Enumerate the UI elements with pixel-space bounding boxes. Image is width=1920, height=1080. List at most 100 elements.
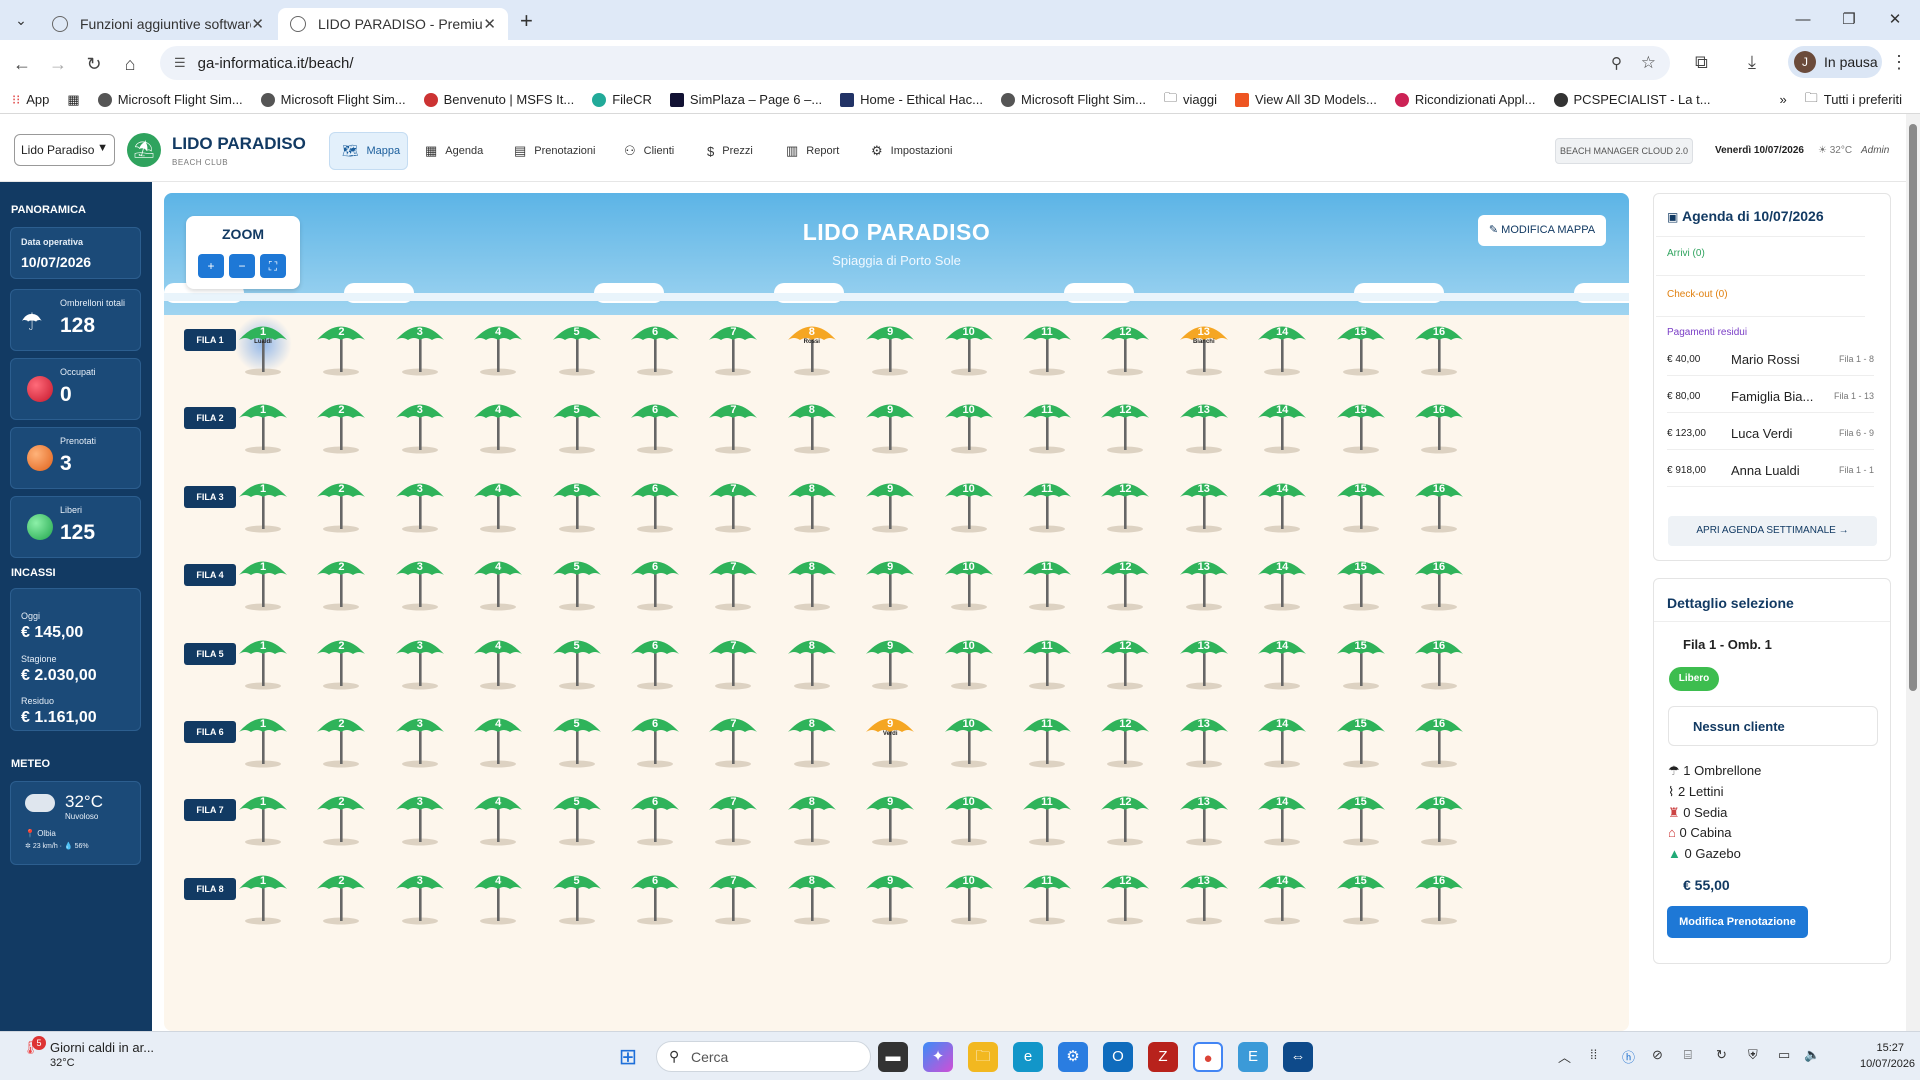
umbrella-8-15[interactable]: 15	[1329, 868, 1393, 928]
umbrella-7-7[interactable]: 7	[701, 789, 765, 849]
nav-mappa[interactable]: 🗺 Mappa	[329, 132, 408, 170]
download-icon[interactable]: ⤓	[1748, 52, 1756, 73]
zoom-reset-button[interactable]: ⛶	[260, 254, 286, 278]
umbrella-4-1[interactable]: 1	[231, 554, 295, 614]
umbrella-4-13[interactable]: 13	[1172, 554, 1236, 614]
umbrella-1-15[interactable]: 15	[1329, 319, 1393, 379]
umbrella-7-14[interactable]: 14	[1250, 789, 1314, 849]
chevron-up-icon[interactable]: ︿	[1558, 1047, 1571, 1066]
umbrella-5-16[interactable]: 16	[1407, 633, 1471, 693]
umbrella-3-14[interactable]: 14	[1250, 476, 1314, 536]
umbrella-2-16[interactable]: 16	[1407, 397, 1471, 457]
umbrella-4-6[interactable]: 6	[623, 554, 687, 614]
umbrella-7-3[interactable]: 3	[388, 789, 452, 849]
umbrella-2-8[interactable]: 8	[780, 397, 844, 457]
umbrella-1-10[interactable]: 10	[937, 319, 1001, 379]
app-icon[interactable]: E	[1238, 1042, 1268, 1072]
umbrella-1-8[interactable]: 8 Rossi	[780, 319, 844, 379]
umbrella-4-12[interactable]: 12	[1093, 554, 1157, 614]
umbrella-4-8[interactable]: 8	[780, 554, 844, 614]
umbrella-4-5[interactable]: 5	[545, 554, 609, 614]
file-explorer-icon[interactable]: 🗀	[968, 1042, 998, 1072]
scrollbar-thumb[interactable]	[1909, 124, 1917, 691]
umbrella-2-12[interactable]: 12	[1093, 397, 1157, 457]
umbrella-6-13[interactable]: 13	[1172, 711, 1236, 771]
umbrella-6-2[interactable]: 2	[309, 711, 373, 771]
umbrella-4-7[interactable]: 7	[701, 554, 765, 614]
umbrella-5-11[interactable]: 11	[1015, 633, 1079, 693]
umbrella-3-16[interactable]: 16	[1407, 476, 1471, 536]
forward-button[interactable]: →	[46, 52, 70, 76]
umbrella-5-6[interactable]: 6	[623, 633, 687, 693]
volume-icon[interactable]: 🔈	[1804, 1047, 1820, 1063]
payment-row[interactable]: € 40,00 Mario Rossi Fila 1 - 8	[1667, 346, 1874, 376]
edit-map-button[interactable]: ✎ MODIFICA MAPPA	[1478, 215, 1606, 246]
location-select[interactable]: Lido Paradiso ▼	[14, 134, 115, 166]
restore-button[interactable]: ❐	[1826, 0, 1872, 40]
umbrella-5-3[interactable]: 3	[388, 633, 452, 693]
umbrella-2-3[interactable]: 3	[388, 397, 452, 457]
taskbar-search[interactable]: ⚲ Cerca	[656, 1041, 871, 1072]
umbrella-3-8[interactable]: 8	[780, 476, 844, 536]
umbrella-2-13[interactable]: 13	[1172, 397, 1236, 457]
umbrella-3-2[interactable]: 2	[309, 476, 373, 536]
umbrella-7-5[interactable]: 5	[545, 789, 609, 849]
umbrella-3-11[interactable]: 11	[1015, 476, 1079, 536]
umbrella-6-3[interactable]: 3	[388, 711, 452, 771]
umbrella-6-1[interactable]: 1	[231, 711, 295, 771]
umbrella-1-1[interactable]: 1 Lualdi	[231, 315, 295, 379]
umbrella-3-3[interactable]: 3	[388, 476, 452, 536]
umbrella-1-6[interactable]: 6	[623, 319, 687, 379]
umbrella-2-9[interactable]: 9	[858, 397, 922, 457]
new-tab-button[interactable]: +	[520, 8, 533, 34]
zoom-in-button[interactable]: +	[198, 254, 224, 278]
bookmark-item[interactable]: View All 3D Models...	[1234, 92, 1377, 107]
windows-start-icon[interactable]: ⊞	[613, 1042, 643, 1072]
umbrella-1-5[interactable]: 5	[545, 319, 609, 379]
nav-prenotazioni[interactable]: ▤ Prenotazioni	[502, 132, 607, 170]
umbrella-2-2[interactable]: 2	[309, 397, 373, 457]
umbrella-8-2[interactable]: 2	[309, 868, 373, 928]
all-bookmarks-folder[interactable]: 🗀 Tutti i preferiti	[1805, 89, 1902, 111]
nav-clienti[interactable]: ⚇ Clienti	[612, 132, 686, 170]
umbrella-7-10[interactable]: 10	[937, 789, 1001, 849]
umbrella-7-2[interactable]: 2	[309, 789, 373, 849]
umbrella-4-2[interactable]: 2	[309, 554, 373, 614]
back-button[interactable]: ←	[10, 52, 34, 76]
umbrella-7-8[interactable]: 8	[780, 789, 844, 849]
usb-icon[interactable]: ⌸	[1684, 1047, 1692, 1063]
umbrella-8-5[interactable]: 5	[545, 868, 609, 928]
umbrella-5-8[interactable]: 8	[780, 633, 844, 693]
bookmark-star-icon[interactable]: ☆	[1641, 53, 1656, 73]
more-bookmarks[interactable]: »	[1779, 92, 1786, 107]
address-bar[interactable]: ☰ ga-informatica.it/beach/ ⚲ ☆	[160, 46, 1670, 80]
edit-booking-button[interactable]: Modifica Prenotazione	[1667, 906, 1808, 938]
umbrella-2-15[interactable]: 15	[1329, 397, 1393, 457]
bookmark-item[interactable]: PCSPECIALIST - La t...	[1553, 92, 1711, 107]
umbrella-3-9[interactable]: 9	[858, 476, 922, 536]
reload-button[interactable]: ↻	[82, 52, 106, 76]
umbrella-4-3[interactable]: 3	[388, 554, 452, 614]
umbrella-6-10[interactable]: 10	[937, 711, 1001, 771]
filezilla-icon[interactable]: Z	[1148, 1042, 1178, 1072]
security-icon[interactable]: ⛨	[1748, 1047, 1758, 1063]
bookmark-item[interactable]: Home - Ethical Hac...	[840, 92, 983, 107]
tab-search-icon[interactable]: ⌄	[10, 9, 32, 31]
clock[interactable]: 15:27 10/07/2026	[1860, 1042, 1915, 1070]
copilot-icon[interactable]: ✦	[923, 1042, 953, 1072]
umbrella-6-15[interactable]: 15	[1329, 711, 1393, 771]
app-icon[interactable]: ⚙	[1058, 1042, 1088, 1072]
chrome-icon[interactable]: ●	[1193, 1042, 1223, 1072]
bookmark-item[interactable]: Microsoft Flight Sim...	[1001, 92, 1146, 107]
umbrella-4-9[interactable]: 9	[858, 554, 922, 614]
umbrella-3-13[interactable]: 13	[1172, 476, 1236, 536]
umbrella-2-11[interactable]: 11	[1015, 397, 1079, 457]
umbrella-5-12[interactable]: 12	[1093, 633, 1157, 693]
umbrella-7-11[interactable]: 11	[1015, 789, 1079, 849]
open-weekly-agenda-button[interactable]: APRI AGENDA SETTIMANALE →	[1668, 516, 1877, 546]
bookmark-item[interactable]: Microsoft Flight Sim...	[260, 92, 406, 107]
umbrella-6-14[interactable]: 14	[1250, 711, 1314, 771]
bookmark-item[interactable]: FileCR	[592, 92, 652, 107]
task-view-icon[interactable]: ▬	[878, 1042, 908, 1072]
umbrella-7-12[interactable]: 12	[1093, 789, 1157, 849]
